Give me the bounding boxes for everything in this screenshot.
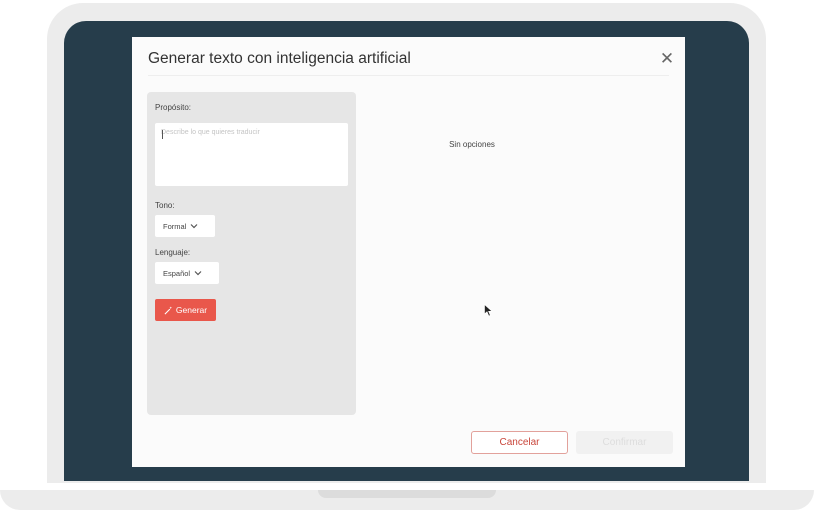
options-panel: Propósito: Tono: Formal Lenguaje: Españo…	[147, 92, 356, 415]
generate-button[interactable]: Generar	[155, 299, 216, 321]
modal-title: Generar texto con inteligencia artificia…	[148, 50, 411, 67]
empty-results-text: Sin opciones	[449, 140, 495, 149]
chevron-down-icon	[194, 271, 202, 276]
tone-select[interactable]: Formal	[155, 215, 215, 237]
title-divider	[148, 75, 669, 76]
language-value: Español	[163, 268, 191, 278]
language-select[interactable]: Español	[155, 262, 219, 284]
tone-label: Tono:	[155, 201, 175, 210]
purpose-label: Propósito:	[155, 103, 192, 112]
magic-wand-icon	[164, 305, 173, 314]
generate-label: Generar	[175, 305, 208, 315]
laptop-base-notch	[318, 490, 496, 498]
cancel-button[interactable]: Cancelar	[471, 431, 568, 454]
ai-text-modal: Generar texto con inteligencia artificia…	[132, 37, 685, 467]
close-icon[interactable]: ✕	[659, 51, 675, 68]
confirm-button[interactable]: Confirmar	[576, 431, 673, 454]
language-label: Lenguaje:	[155, 248, 191, 257]
chevron-down-icon	[190, 224, 198, 229]
purpose-input[interactable]	[155, 123, 348, 186]
tone-value: Formal	[163, 221, 187, 231]
text-caret	[162, 130, 163, 139]
mouse-cursor-icon	[484, 304, 493, 317]
